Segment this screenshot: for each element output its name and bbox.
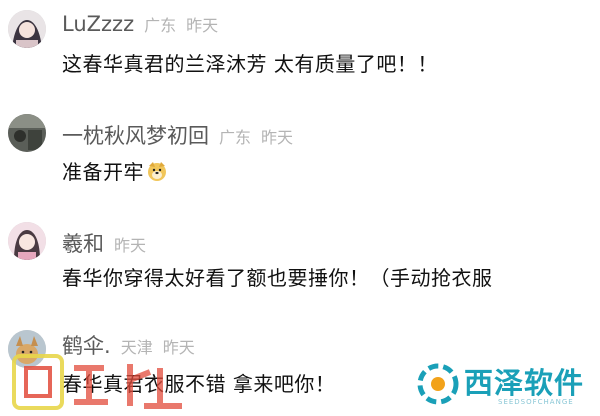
comment-text: 这春华真君的兰泽沐芳 太有质量了吧！！ [62,52,438,76]
anime-girl-avatar-icon [8,10,46,48]
comment-text: 准备开牢 [62,160,144,184]
watermark-logo-right: 西泽软件 SEEDSOFCHANGE [416,360,600,414]
user-avatar[interactable] [8,10,46,48]
region-label: 广东 [219,128,252,147]
timestamp: 昨天 [186,16,219,35]
seeds-logo-icon [417,363,459,405]
comment-meta: 一枕秋风梦初回 广东 昨天 [62,120,293,150]
comment-meta: 羲和 昨天 [62,228,146,258]
doge-emoji-icon [148,162,166,181]
watermark-brand-text: 西泽软件 [464,366,585,400]
dark-scene-avatar-icon [8,114,46,152]
timestamp: 昨天 [261,128,294,147]
comment-text: 春华你穿得太好看了额也要捶你！（手动抢衣服 [62,266,493,290]
4399-style-logo-icon [12,354,182,410]
username[interactable]: 羲和 [62,232,104,256]
user-avatar[interactable] [8,222,46,260]
anime-girl-pink-avatar-icon [8,222,46,260]
watermark-sub-text: SEEDSOFCHANGE [498,398,574,406]
comment-text-row: 准备开牢 [62,156,168,185]
watermark-logo-left [12,350,212,412]
region-label: 广东 [144,16,177,35]
username[interactable]: 一枕秋风梦初回 [62,124,209,148]
username[interactable]: LuZzzz [62,12,134,36]
timestamp: 昨天 [114,236,147,255]
comment-meta: LuZzzz 广东 昨天 [62,12,218,36]
user-avatar[interactable] [8,114,46,152]
